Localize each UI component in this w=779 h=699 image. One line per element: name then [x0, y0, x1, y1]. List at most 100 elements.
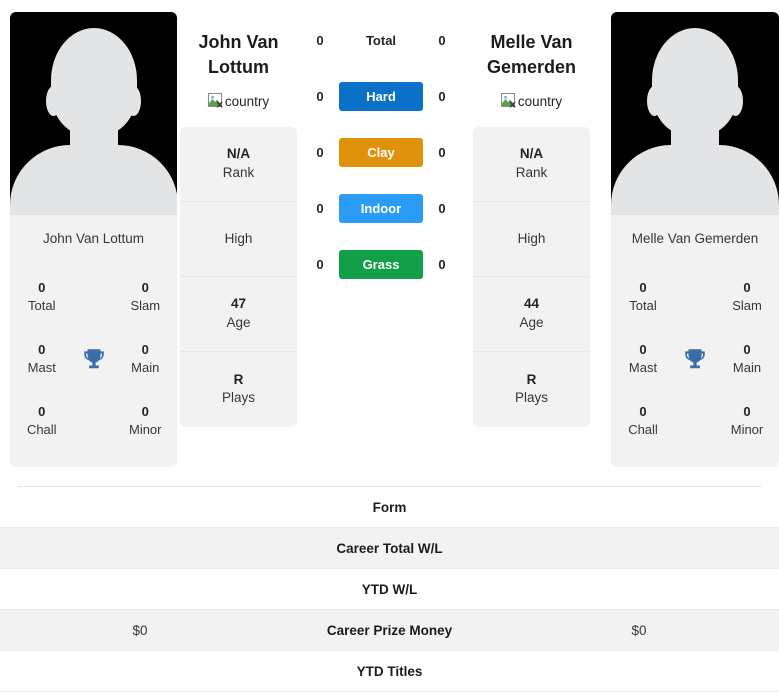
- info-plays-left: R Plays: [180, 352, 297, 427]
- surface-count-right: 0: [438, 200, 446, 216]
- avatar-silhouette-body: [10, 145, 177, 215]
- stat-label: Total: [629, 298, 657, 313]
- row-label: Form: [372, 499, 407, 515]
- stat-value: 0: [743, 404, 751, 420]
- stat-mast-right: 0 Mast: [611, 341, 675, 376]
- stat-minor-right: 0 Minor: [715, 403, 779, 438]
- avatar-silhouette-ear-right: [728, 86, 743, 116]
- table-row[interactable]: Form: [0, 487, 779, 528]
- country-flag-left: country: [180, 92, 297, 109]
- info-label: High: [224, 230, 253, 246]
- info-high-right: High: [473, 202, 590, 277]
- info-label: Age: [519, 314, 544, 330]
- stat-main-left: 0 Main: [114, 341, 178, 376]
- player-info-card-left: N/A Rank High 47 Age R Plays: [180, 126, 297, 427]
- row-label: YTD W/L: [361, 581, 418, 597]
- info-label: Age: [226, 314, 251, 330]
- player-name-right: Melle Van Gemerden: [486, 32, 577, 77]
- stat-row: 0 Mast 0 Main: [611, 328, 779, 390]
- player-card-left[interactable]: John Van Lottum 0 Total 0 Slam 0 Mast 0 …: [10, 12, 177, 467]
- surface-count-left: 0: [316, 88, 324, 104]
- info-value: 47: [230, 296, 247, 312]
- stat-label: Mast: [628, 360, 658, 375]
- stat-row: 0 Total 0 Slam: [611, 266, 779, 328]
- stat-label: Chall: [26, 422, 57, 437]
- table-row[interactable]: YTD Titles: [0, 651, 779, 692]
- titles-stat-grid-left: 0 Total 0 Slam 0 Mast 0 Main 0 Chall 0 M…: [10, 246, 177, 467]
- avatar-silhouette-ear-left: [46, 86, 61, 116]
- surface-row-grass: 0 Grass 0: [305, 236, 457, 292]
- stat-value: 0: [38, 404, 46, 420]
- player-info-left: John Van Lottum country N/A Rank High 47…: [180, 12, 297, 427]
- broken-image-icon: [500, 92, 517, 109]
- comparison-header: John Van Lottum 0 Total 0 Slam 0 Mast 0 …: [0, 0, 779, 472]
- avatar-name-left: John Van Lottum: [42, 231, 145, 246]
- row-label: Career Total W/L: [336, 540, 443, 556]
- table-row[interactable]: YTD W/L: [0, 569, 779, 610]
- stat-value: 0: [639, 404, 647, 420]
- player-comparison-page: John Van Lottum 0 Total 0 Slam 0 Mast 0 …: [0, 0, 779, 699]
- comparison-table: Form Career Total W/L YTD W/L $0 Career …: [0, 487, 779, 692]
- surface-badge-indoor[interactable]: Indoor: [339, 193, 423, 223]
- stat-chall-left: 0 Chall: [10, 403, 74, 438]
- stat-total-right: 0 Total: [611, 279, 675, 314]
- stat-label: Chall: [628, 422, 658, 437]
- stat-slam-left: 0 Slam: [114, 279, 178, 314]
- stat-value: 0: [38, 342, 46, 358]
- stat-row: 0 Chall 0 Minor: [10, 390, 177, 452]
- surface-count-right: 0: [438, 144, 446, 160]
- surface-row-clay: 0 Clay 0: [305, 124, 457, 180]
- stat-main-right: 0 Main: [715, 341, 779, 376]
- surface-badge-clay[interactable]: Clay: [339, 137, 423, 167]
- stat-value: 0: [639, 280, 647, 296]
- stat-row: 0 Chall 0 Minor: [611, 390, 779, 452]
- stat-label: Mast: [27, 360, 56, 375]
- player-avatar-left: [10, 12, 177, 215]
- info-value: R: [526, 371, 537, 387]
- table-row[interactable]: $0 Career Prize Money $0: [0, 610, 779, 651]
- stat-row: 0 Total 0 Slam: [10, 266, 177, 328]
- table-row[interactable]: Career Total W/L: [0, 528, 779, 569]
- surface-badge-hard[interactable]: Hard: [339, 81, 423, 111]
- country-alt-text: country: [224, 93, 270, 109]
- trophy-icon: [74, 346, 114, 372]
- stat-value: 0: [743, 342, 751, 358]
- surface-count-left: 0: [316, 144, 324, 160]
- surface-badge-total: Total: [365, 32, 397, 48]
- surface-count-right: 0: [438, 32, 446, 48]
- stat-slam-right: 0 Slam: [715, 279, 779, 314]
- surface-row-indoor: 0 Indoor 0: [305, 180, 457, 236]
- stat-label: Slam: [130, 298, 161, 313]
- row-value-right: $0: [631, 622, 647, 638]
- avatar-silhouette-body: [611, 145, 779, 215]
- row-value-left: $0: [132, 622, 148, 638]
- surface-count-left: 0: [316, 256, 324, 272]
- stat-value: 0: [743, 280, 751, 296]
- surface-count-right: 0: [438, 88, 446, 104]
- info-age-left: 47 Age: [180, 277, 297, 352]
- surface-badge-grass[interactable]: Grass: [339, 249, 423, 279]
- info-value: N/A: [519, 146, 544, 162]
- avatar-silhouette-ear-left: [647, 86, 662, 116]
- avatar-silhouette-ear-right: [126, 86, 141, 116]
- player-info-card-right: N/A Rank High 44 Age R Plays: [473, 126, 590, 427]
- info-label: Plays: [514, 390, 548, 406]
- stat-value: 0: [639, 342, 647, 358]
- stat-chall-right: 0 Chall: [611, 403, 675, 438]
- stat-minor-left: 0 Minor: [114, 403, 178, 438]
- info-value: R: [233, 371, 244, 387]
- player-info-right: Melle Van Gemerden country N/A Rank High…: [473, 12, 590, 427]
- row-label: Career Prize Money: [326, 622, 453, 638]
- surface-count-right: 0: [438, 256, 446, 272]
- surface-row-hard: 0 Hard 0: [305, 68, 457, 124]
- stat-value: 0: [38, 280, 46, 296]
- stat-value: 0: [141, 342, 149, 358]
- player-name-left: John Van Lottum: [198, 32, 279, 77]
- player-card-right[interactable]: Melle Van Gemerden 0 Total 0 Slam 0 Mast…: [611, 12, 779, 467]
- stat-label: Minor: [128, 422, 162, 437]
- broken-image-icon: [207, 92, 224, 109]
- row-label: YTD Titles: [356, 663, 423, 679]
- info-label: Rank: [222, 164, 255, 180]
- info-label: Rank: [515, 164, 548, 180]
- info-value: 44: [523, 296, 540, 312]
